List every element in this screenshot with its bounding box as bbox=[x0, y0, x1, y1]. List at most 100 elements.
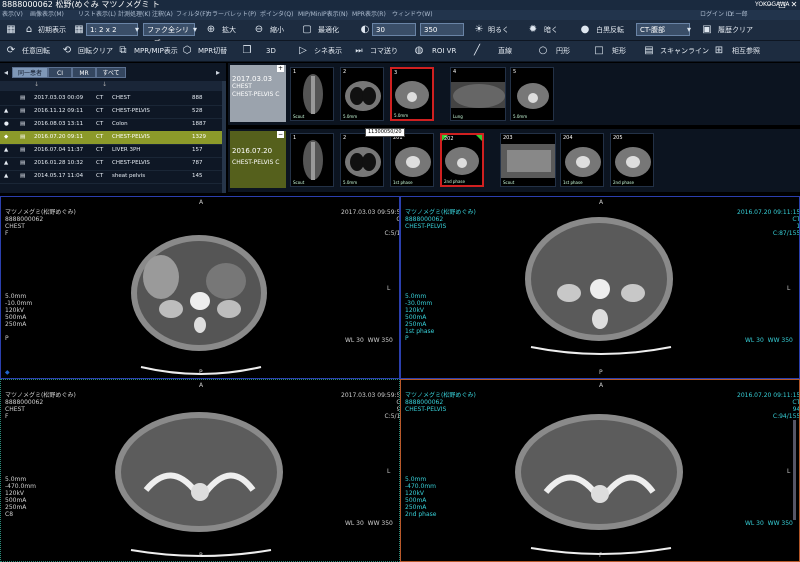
menu-item-mpr[interactable]: MPR表示(R) bbox=[352, 10, 386, 20]
rotate-clear-button[interactable]: 回転クリア bbox=[78, 43, 113, 59]
series-thumb-selected[interactable]: 3 5.0mm bbox=[390, 67, 434, 121]
row-description: CHEST-PELVIS bbox=[112, 160, 150, 166]
roi-vr-button[interactable]: ROI VR bbox=[432, 43, 456, 59]
row-description: Colon bbox=[112, 121, 128, 127]
row-date: 2016.08.03 13:11 bbox=[34, 121, 84, 127]
image-viewer-1[interactable]: マツノメグミ(松野めぐみ) 8888000062 CHEST F 2017.03… bbox=[0, 196, 400, 379]
series-thumb[interactable]: 5 5.0mm bbox=[510, 67, 554, 121]
menu-item-color-palette[interactable]: カラーバレット(P) bbox=[206, 10, 256, 20]
free-rotate-button[interactable]: 任意回転 bbox=[22, 43, 50, 59]
series-thumb-selected[interactable]: 202 2nd phase bbox=[440, 133, 484, 187]
window-width-input[interactable]: 30 bbox=[372, 23, 416, 36]
home-icon: ⌂ bbox=[25, 24, 33, 35]
menu-item-measure[interactable]: 計測処理(K) bbox=[118, 10, 151, 20]
menu-item-window[interactable]: ウィンドウ(W) bbox=[392, 10, 433, 20]
series-thumb[interactable]: 2 5.0mm bbox=[340, 67, 384, 121]
mutual-ref-button[interactable]: 相互参照 bbox=[732, 43, 760, 59]
study-row[interactable]: ● 2016.08.03 13:11 CT Colon 1887 ▤ bbox=[0, 118, 222, 132]
orientation-anterior: A bbox=[199, 382, 204, 389]
menu-item-filter[interactable]: フィルタ(F) bbox=[176, 10, 208, 20]
row-date: 2016.01.28 10:32 bbox=[34, 160, 84, 166]
row-description: sheat pelvis bbox=[112, 173, 146, 179]
collapse-icon[interactable]: − bbox=[277, 131, 284, 138]
study-row[interactable]: ▲ 2014.05.17 11:04 CT sheat pelvis 145 ▤ bbox=[0, 170, 222, 184]
zoom-in-button[interactable]: 拡大 bbox=[222, 22, 236, 38]
3d-button[interactable]: 3D bbox=[266, 43, 276, 59]
mpr-mip-button[interactable]: MPR/MIP表示 bbox=[134, 43, 178, 59]
window-level-input[interactable]: 350 bbox=[420, 23, 464, 36]
frame-step-button[interactable]: コマ送り bbox=[370, 43, 398, 59]
menu-item-mip[interactable]: MIP/MinIP表示(N) bbox=[298, 10, 348, 20]
menu-item-view[interactable]: 表示(V) bbox=[2, 10, 23, 20]
study-label-1[interactable]: 2017.03.03 CHEST CHEST-PELVIS C bbox=[230, 65, 286, 122]
study-row[interactable]: 2017.03.03 00:09 CT CHEST 888 ▤ bbox=[0, 92, 222, 106]
series-strip-2: 2016.07.20 CHEST-PELVIS C − 1 Scout 2 5.… bbox=[228, 129, 800, 192]
zoom-out-icon: ⊖ bbox=[254, 24, 264, 35]
tab-same-patient[interactable]: 同一患者 bbox=[12, 67, 48, 78]
series-thumb[interactable]: 1 Scout bbox=[290, 67, 334, 121]
series-thumb[interactable]: 204 1st phase bbox=[560, 133, 604, 187]
sort-icon[interactable]: ↓ bbox=[102, 81, 107, 88]
row-image-count: 888 bbox=[192, 95, 203, 101]
cine-icon: ▷ bbox=[299, 45, 307, 56]
series-thumb[interactable]: 2 5.0mm bbox=[340, 133, 384, 187]
image-viewer-3[interactable]: マツノメグミ(松野めぐみ) 8888000062 CHEST F 2017.03… bbox=[0, 379, 400, 562]
chevron-left-icon[interactable]: ◂ bbox=[2, 67, 10, 78]
overlay-scan-params: 5.0mm -10.0mm 120kV 500mA 250mA P bbox=[5, 293, 33, 342]
chevron-down-icon[interactable]: ▾ bbox=[130, 23, 144, 37]
brighter-button[interactable]: 明るく bbox=[488, 22, 509, 38]
maximize-button[interactable]: □ bbox=[776, 0, 788, 10]
menu-item-list-display[interactable]: リスト表示(L) bbox=[78, 10, 116, 20]
row-date: 2016.07.20 09:11 bbox=[34, 134, 84, 140]
tab-all[interactable]: すべて bbox=[96, 67, 126, 78]
row-status-icon: ▲ bbox=[4, 173, 9, 179]
darker-button[interactable]: 暗く bbox=[544, 22, 558, 38]
menu-item-image-display[interactable]: 画像表示(M) bbox=[30, 10, 64, 20]
overlay-scan-params: 5.0mm -30.0mm 120kV 500mA 250mA 1st phas… bbox=[405, 293, 435, 342]
invert-button[interactable]: 白黒反転 bbox=[596, 22, 624, 38]
close-button[interactable]: ✕ bbox=[788, 0, 800, 10]
init-display-button[interactable]: 初期表示 bbox=[38, 22, 66, 38]
rect-icon: □ bbox=[594, 45, 604, 56]
thumb-num: 202 bbox=[444, 136, 454, 142]
scanline-button[interactable]: スキャンライン bbox=[660, 43, 709, 59]
study-row[interactable]: ▲ 2016.11.12 09:11 CT CHEST-PELVIS 528 ▤ bbox=[0, 105, 222, 119]
menu-item-annotation[interactable]: 注釈(A) bbox=[152, 10, 173, 20]
menu-item-pointer[interactable]: ポインタ(Q) bbox=[260, 10, 293, 20]
row-modality: CT bbox=[96, 147, 104, 153]
study-row[interactable]: ◆ 2016.07.20 09:11 CT CHEST-PELVIS 1329 ▤ bbox=[0, 131, 222, 145]
history-clear-button[interactable]: 履歴クリア bbox=[718, 22, 753, 38]
minimize-button[interactable]: – bbox=[764, 0, 776, 10]
collapse-icon[interactable]: + bbox=[277, 65, 284, 72]
tab-ct[interactable]: CI bbox=[48, 67, 72, 78]
circle-button[interactable]: 円形 bbox=[556, 43, 570, 59]
series-thumb[interactable]: 201 1st phase bbox=[390, 133, 434, 187]
series-thumb[interactable]: 4 Lung bbox=[450, 67, 506, 121]
chevron-right-icon[interactable]: ▸ bbox=[214, 67, 222, 78]
image-viewer-4-active[interactable]: マツノメグミ(松野めぐみ) 8888000062 CHEST-PELVIS 20… bbox=[400, 379, 800, 562]
thumb-caption: 2nd phase bbox=[613, 180, 634, 185]
series-thumb[interactable]: 1 Scout bbox=[290, 133, 334, 187]
series-thumb[interactable]: 203 Scout bbox=[500, 133, 556, 187]
fit-button[interactable]: 最適化 bbox=[318, 22, 339, 38]
study-label-2[interactable]: 2016.07.20 CHEST-PELVIS C bbox=[230, 131, 286, 188]
rect-button[interactable]: 矩形 bbox=[612, 43, 626, 59]
thumb-caption: 5.0mm bbox=[394, 113, 409, 118]
zoom-out-button[interactable]: 縮小 bbox=[270, 22, 284, 38]
grid-icon[interactable]: ▦ bbox=[4, 23, 18, 37]
thumb-num: 2 bbox=[343, 135, 347, 141]
mpr-toggle-button[interactable]: MPR切替 bbox=[198, 43, 227, 59]
sort-icon[interactable]: ↓ bbox=[34, 81, 39, 88]
tab-mr[interactable]: MR bbox=[72, 67, 96, 78]
chevron-down-icon[interactable]: ▾ bbox=[682, 23, 696, 37]
series-thumb[interactable]: 205 2nd phase bbox=[610, 133, 654, 187]
study-row[interactable]: ▲ 2016.07.04 11:37 CT LIVER 3PH 157 ▤ bbox=[0, 144, 222, 158]
study-list-scrollbar[interactable] bbox=[222, 81, 226, 193]
slice-scrollbar[interactable] bbox=[793, 420, 796, 520]
line-button[interactable]: 直線 bbox=[498, 43, 512, 59]
image-viewer-2[interactable]: マツノメグミ(松野めぐみ) 8888000062 CHEST-PELVIS 20… bbox=[400, 196, 800, 379]
cine-button[interactable]: シネ表示 bbox=[314, 43, 342, 59]
thumb-caption: 2nd phase bbox=[444, 179, 465, 184]
study-row[interactable]: ▲ 2016.01.28 10:32 CT CHEST-PELVIS 787 ▤ bbox=[0, 157, 222, 171]
chevron-down-icon[interactable]: ▾ bbox=[188, 23, 202, 37]
